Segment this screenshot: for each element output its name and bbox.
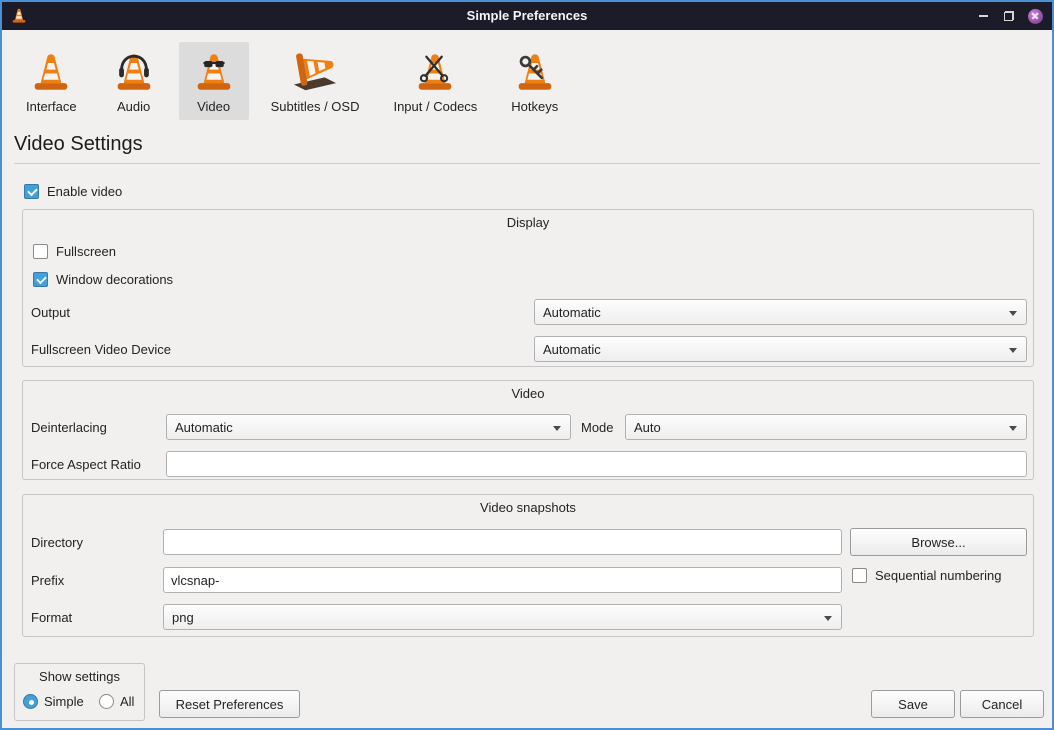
minimize-icon: [979, 15, 988, 17]
video-group: Video Deinterlacing Automatic Mode Auto …: [22, 380, 1034, 480]
fullscreen-label: Fullscreen: [56, 244, 116, 259]
fullscreen-video-device-label: Fullscreen Video Device: [31, 342, 171, 357]
checkbox-checked-icon: [24, 184, 39, 199]
prefix-input[interactable]: [163, 567, 842, 593]
display-group-title: Display: [23, 215, 1033, 230]
enable-video-label: Enable video: [47, 184, 122, 199]
toolbar-item-label: Subtitles / OSD: [271, 99, 360, 114]
browse-button[interactable]: Browse...: [850, 528, 1027, 556]
output-label: Output: [31, 305, 70, 320]
toolbar-item-label: Input / Codecs: [393, 99, 477, 114]
toolbar-item-label: Audio: [117, 99, 150, 114]
video-snapshots-group-title: Video snapshots: [23, 500, 1033, 515]
reset-preferences-button[interactable]: Reset Preferences: [159, 690, 300, 718]
simple-radio-label: Simple: [44, 694, 84, 709]
radio-unselected-icon: [99, 694, 114, 709]
fullscreen-video-device-select[interactable]: Automatic: [534, 336, 1027, 362]
chevron-down-icon: [1009, 348, 1017, 353]
titlebar: Simple Preferences: [2, 2, 1052, 30]
radio-selected-icon: [23, 694, 38, 709]
display-group: Display Fullscreen Window decorations Ou…: [22, 209, 1034, 367]
page-title: Video Settings: [14, 133, 143, 156]
restore-icon: [1004, 11, 1014, 21]
chevron-down-icon: [824, 616, 832, 621]
video-snapshots-group: Video snapshots Directory Browse... Pref…: [22, 494, 1034, 637]
sequential-numbering-checkbox[interactable]: Sequential numbering: [852, 568, 1001, 583]
format-select-value: png: [172, 610, 194, 625]
directory-label: Directory: [31, 535, 83, 550]
chevron-down-icon: [553, 426, 561, 431]
output-select[interactable]: Automatic: [534, 299, 1027, 325]
save-button[interactable]: Save: [871, 690, 955, 718]
close-icon: [1028, 9, 1043, 24]
minimize-button[interactable]: [974, 7, 992, 25]
format-label: Format: [31, 610, 72, 625]
directory-input[interactable]: [163, 529, 842, 555]
show-settings-all-radio[interactable]: All: [99, 694, 134, 709]
category-toolbar: Interface Audio Video: [14, 42, 570, 120]
show-settings-title: Show settings: [15, 669, 144, 684]
cancel-button[interactable]: Cancel: [960, 690, 1044, 718]
checkbox-checked-icon: [33, 272, 48, 287]
toolbar-item-hotkeys[interactable]: Hotkeys: [499, 42, 570, 120]
interface-icon: [28, 50, 74, 96]
sequential-numbering-label: Sequential numbering: [875, 568, 1001, 583]
heading-divider: [14, 163, 1040, 164]
show-settings-simple-radio[interactable]: Simple: [23, 694, 84, 709]
prefix-label: Prefix: [31, 573, 64, 588]
window-title: Simple Preferences: [2, 8, 1052, 23]
toolbar-item-label: Hotkeys: [511, 99, 558, 114]
window-decorations-checkbox[interactable]: Window decorations: [33, 272, 173, 287]
show-settings-group: Show settings Simple All: [14, 663, 145, 721]
toolbar-item-label: Interface: [26, 99, 77, 114]
window-controls: [974, 2, 1044, 30]
chevron-down-icon: [1009, 426, 1017, 431]
format-select[interactable]: png: [163, 604, 842, 630]
checkbox-unchecked-icon: [852, 568, 867, 583]
toolbar-item-audio[interactable]: Audio: [99, 42, 169, 120]
mode-select-value: Auto: [634, 420, 661, 435]
mode-label: Mode: [581, 420, 614, 435]
toolbar-item-subtitles-osd[interactable]: Subtitles / OSD: [259, 42, 372, 120]
restore-button[interactable]: [1000, 7, 1018, 25]
mode-select[interactable]: Auto: [625, 414, 1027, 440]
toolbar-item-video[interactable]: Video: [179, 42, 249, 120]
deinterlacing-select-value: Automatic: [175, 420, 233, 435]
output-select-value: Automatic: [543, 305, 601, 320]
enable-video-checkbox[interactable]: Enable video: [24, 184, 122, 199]
chevron-down-icon: [1009, 311, 1017, 316]
toolbar-item-interface[interactable]: Interface: [14, 42, 89, 120]
force-aspect-ratio-input[interactable]: [166, 451, 1027, 477]
fullscreen-checkbox[interactable]: Fullscreen: [33, 244, 116, 259]
checkbox-unchecked-icon: [33, 244, 48, 259]
window-decorations-label: Window decorations: [56, 272, 173, 287]
all-radio-label: All: [120, 694, 134, 709]
video-icon: [191, 50, 237, 96]
close-button[interactable]: [1026, 7, 1044, 25]
video-group-title: Video: [23, 386, 1033, 401]
toolbar-item-label: Video: [197, 99, 230, 114]
force-aspect-ratio-label: Force Aspect Ratio: [31, 457, 141, 472]
fullscreen-video-device-select-value: Automatic: [543, 342, 601, 357]
subtitles-osd-icon: [292, 50, 338, 96]
deinterlacing-select[interactable]: Automatic: [166, 414, 571, 440]
audio-icon: [111, 50, 157, 96]
hotkeys-icon: [512, 50, 558, 96]
input-codecs-icon: [412, 50, 458, 96]
toolbar-item-input-codecs[interactable]: Input / Codecs: [381, 42, 489, 120]
deinterlacing-label: Deinterlacing: [31, 420, 107, 435]
preferences-window: Simple Preferences Interface Audio: [0, 0, 1054, 730]
